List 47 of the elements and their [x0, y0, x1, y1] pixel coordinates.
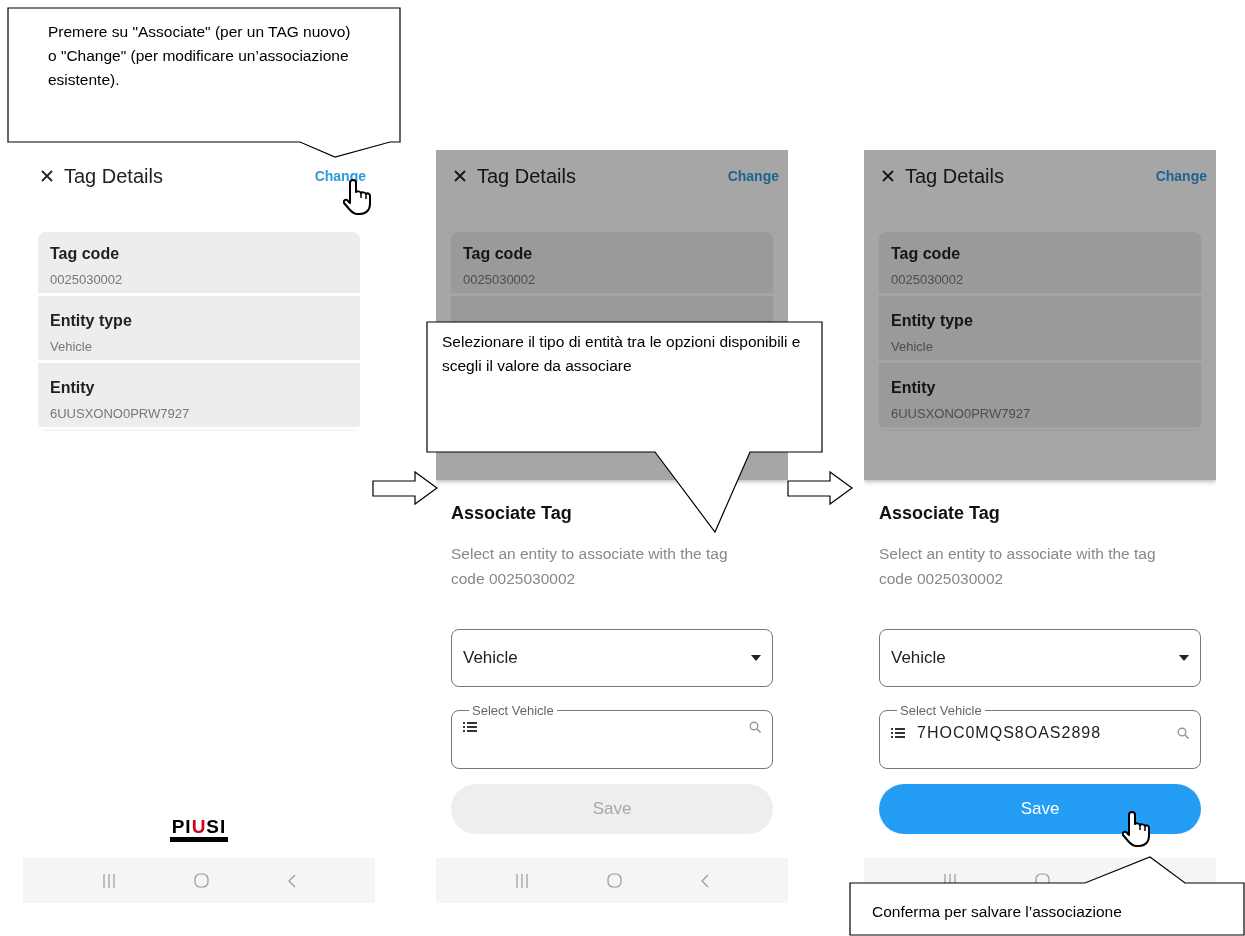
screen-title: Tag Details: [64, 164, 163, 189]
caret-icon: [1179, 655, 1189, 661]
field-label: Tag code: [463, 244, 534, 264]
sheet-title: Associate Tag: [879, 502, 1001, 525]
field-value: Vehicle: [891, 338, 934, 356]
field-label: Tag code: [50, 244, 121, 264]
field-value: 0025030002: [891, 271, 965, 289]
sheet-title: Associate Tag: [451, 502, 573, 525]
field-value: 6UUSXONO0PRW7927: [50, 405, 191, 423]
screen-title: Tag Details: [905, 164, 1004, 189]
back-icon: [287, 873, 296, 888]
home-icon: [606, 873, 622, 888]
home-icon: [193, 873, 209, 888]
entity-type-dropdown[interactable]: Vehicle: [879, 629, 1201, 687]
search-icon: [1177, 726, 1189, 739]
change-link[interactable]: Change: [1155, 166, 1207, 187]
list-icon: [891, 727, 905, 738]
field-value: 0025030002: [50, 271, 124, 289]
list-icon: [463, 721, 477, 732]
recent-apps-icon: [515, 873, 528, 888]
close-icon: [881, 169, 895, 183]
close-icon: [40, 169, 54, 183]
callout-text: Premere su "Associate" (per un TAG nuovo) o "Change" (per modificare un’associazione esistente).: [48, 22, 352, 90]
back-icon: [700, 873, 709, 888]
logo: PIUSI: [169, 817, 229, 842]
field-label: Entity: [891, 378, 937, 398]
sheet-description: Select an entity to associate with the tag code 0025030002: [451, 544, 729, 589]
close-icon: [453, 169, 467, 183]
entity-type-dropdown[interactable]: Vehicle: [451, 629, 773, 687]
field-value: Vehicle: [50, 338, 93, 356]
field-label: Entity type: [891, 311, 974, 331]
search-icon: [749, 720, 761, 733]
screen-title: Tag Details: [477, 164, 576, 189]
search-value: 7HOC0MQS8OAS2898: [917, 722, 1103, 743]
save-button[interactable]: Save: [879, 784, 1201, 834]
field-value: 6UUSXONO0PRW7927: [891, 405, 1032, 423]
callout-text: Selezionare il tipo di entità tra le opzioni disponibili e scegli il valore da associare: [442, 332, 802, 376]
change-link[interactable]: Change: [314, 166, 366, 187]
field-label: Tag code: [891, 244, 962, 264]
recent-apps-icon: [102, 873, 115, 888]
field-label: Entity type: [50, 311, 133, 331]
caret-icon: [751, 655, 761, 661]
field-label: Entity: [50, 378, 96, 398]
change-link[interactable]: Change: [727, 166, 779, 187]
sheet-description: Select an entity to associate with the tag code 0025030002: [879, 544, 1157, 589]
field-value: 0025030002: [463, 271, 537, 289]
callout-text: Conferma per salvare l’associazione: [872, 902, 1123, 922]
